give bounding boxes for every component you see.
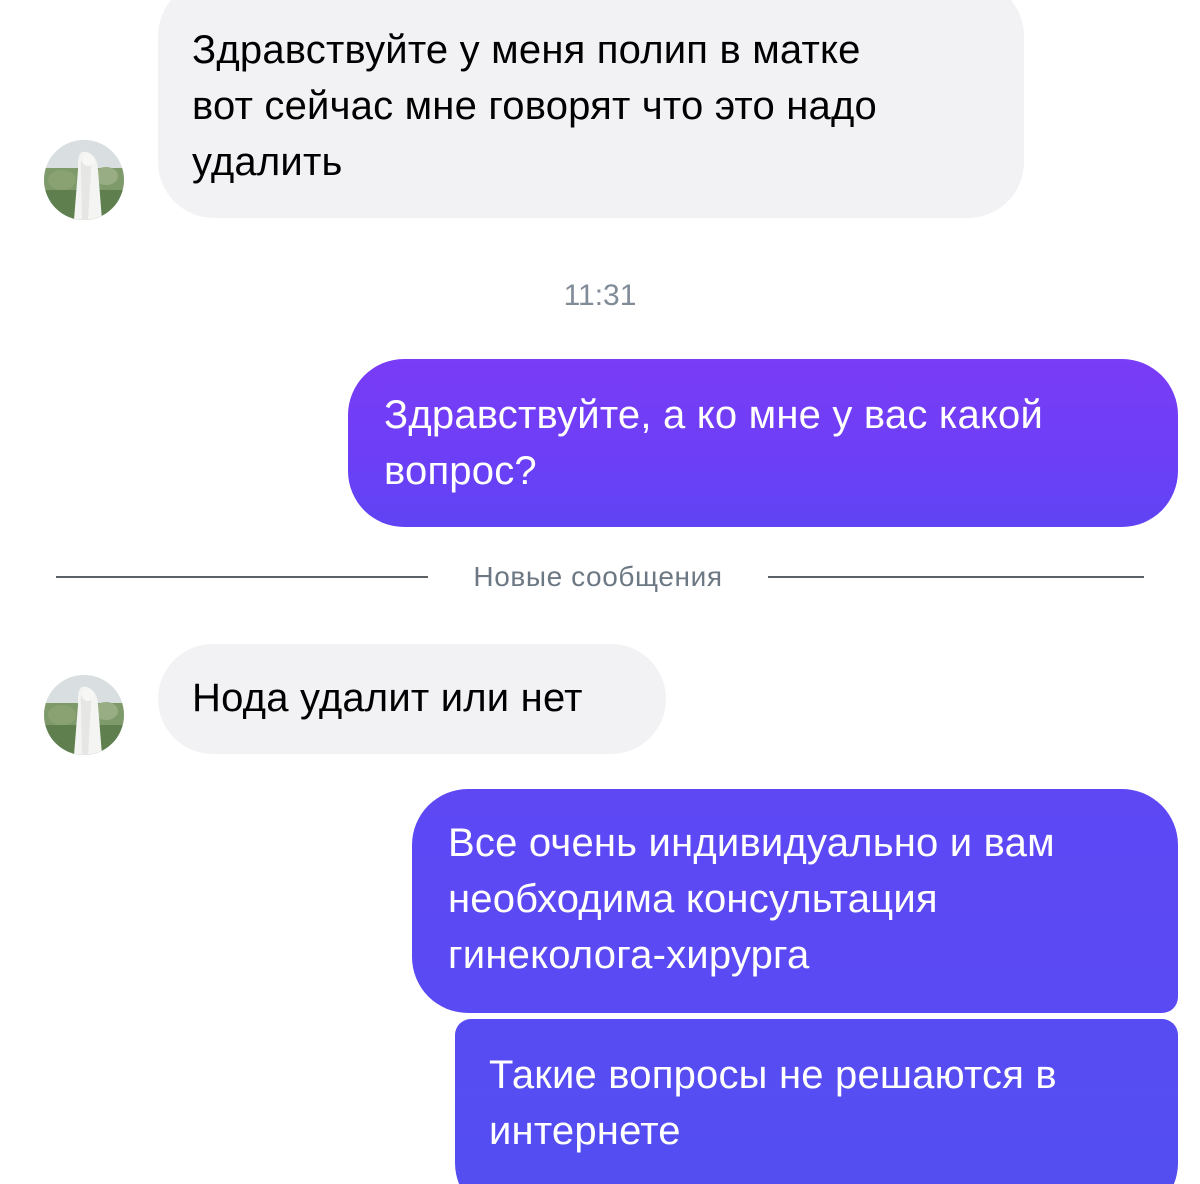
message-text-line: удалить [192, 140, 343, 184]
divider-line-left [56, 576, 428, 578]
message-text-line: Все очень индивидуально и вам [448, 821, 1055, 865]
incoming-message-bubble[interactable]: Здравствуйте у меня полип в матке вот се… [158, 0, 1024, 218]
avatar-photo-icon [44, 140, 124, 220]
new-messages-divider-label: Новые сообщения [473, 561, 723, 592]
chat-screen: Здравствуйте у меня полип в матке вот се… [0, 0, 1200, 1184]
message-text-line: Здравствуйте у меня полип в матке [192, 28, 861, 72]
divider-line-right [768, 576, 1144, 578]
message-text-line: гинеколога-хирурга [448, 933, 810, 977]
outgoing-message-bubble[interactable]: Такие вопросы не решаются в интернете [455, 1019, 1178, 1184]
message-text-line: вопрос? [384, 449, 537, 493]
message-text-line: Такие вопросы не решаются в [489, 1053, 1057, 1097]
incoming-message-bubble[interactable]: Нода удалит или нет [158, 644, 666, 754]
message-text-line: Здравствуйте, а ко мне у вас какой [384, 393, 1044, 437]
sender-avatar[interactable] [44, 140, 124, 220]
message-text-line: необходима консультация [448, 877, 938, 921]
message-timestamp: 11:31 [563, 279, 637, 312]
message-text-line: Нода удалит или нет [192, 676, 583, 720]
outgoing-message-bubble[interactable]: Здравствуйте, а ко мне у вас какой вопро… [348, 359, 1178, 527]
message-text-line: интернете [489, 1109, 681, 1153]
message-text-line: вот сейчас мне говорят что это надо [192, 84, 877, 128]
avatar-photo-icon [44, 675, 124, 755]
sender-avatar[interactable] [44, 675, 124, 755]
outgoing-message-bubble[interactable]: Все очень индивидуально и вам необходима… [412, 789, 1178, 1013]
